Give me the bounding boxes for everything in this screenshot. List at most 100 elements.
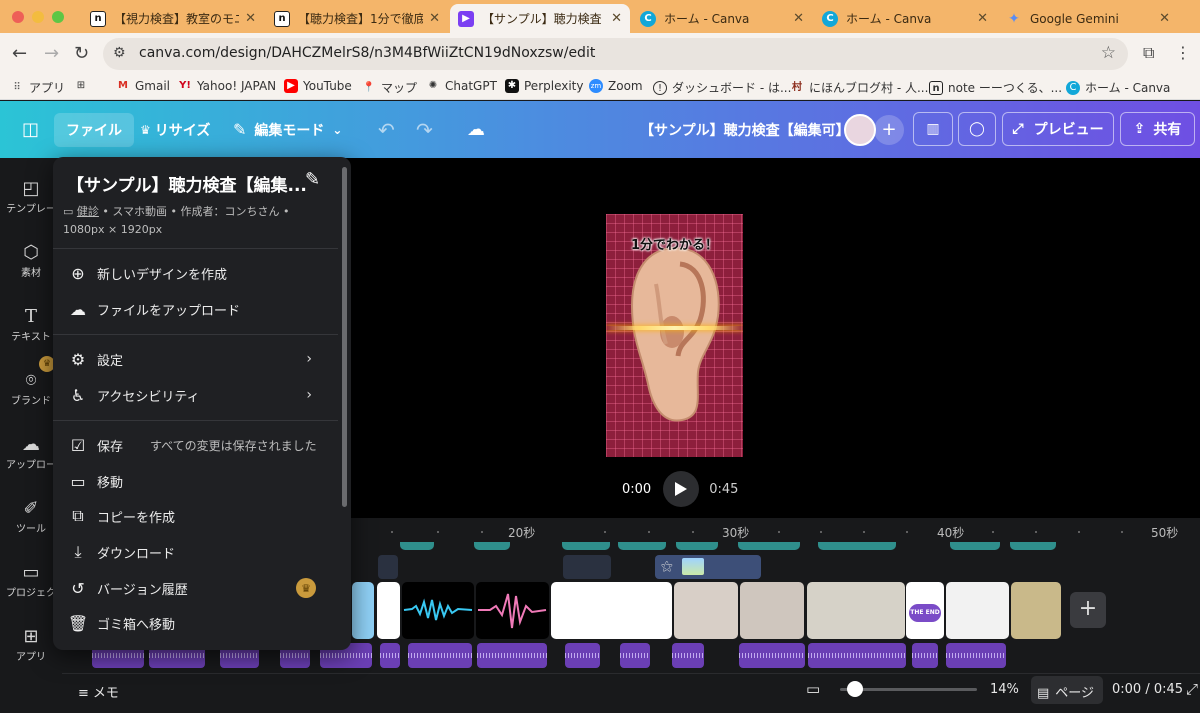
caption-segment[interactable] — [618, 542, 666, 550]
close-window-button[interactable] — [12, 11, 24, 23]
close-tab-icon[interactable]: ✕ — [977, 11, 988, 26]
video-clip-waveform[interactable] — [402, 582, 474, 639]
sidebar-toggle-icon[interactable]: ◫ — [22, 101, 39, 158]
url-field[interactable]: ⚙ canva.com/design/DAHCZMelrS8/n3M4BfWii… — [103, 38, 1128, 70]
minimize-window-button[interactable] — [32, 11, 44, 23]
audio-clip[interactable] — [380, 643, 400, 668]
menu-item-settings[interactable]: ⚙ 設定 › — [53, 341, 338, 377]
site-settings-icon[interactable]: ⚙ — [113, 45, 126, 61]
comment-icon[interactable]: ◯ — [958, 112, 996, 146]
video-clip[interactable] — [946, 582, 1009, 639]
extensions-icon[interactable]: ⧉ — [1143, 43, 1154, 63]
menu-item-move[interactable]: ▭ 移動 — [53, 463, 338, 499]
video-clip[interactable] — [740, 582, 804, 639]
overlay-clip[interactable]: ⚝ — [655, 555, 761, 579]
menu-item-accessibility[interactable]: ♿ アクセシビリティ › — [53, 377, 338, 413]
video-clip[interactable] — [551, 582, 672, 639]
fit-view-icon[interactable]: ▭ — [806, 680, 820, 698]
forward-icon[interactable]: → — [44, 43, 59, 64]
undo-icon[interactable]: ↶ — [378, 101, 395, 158]
rename-pencil-icon[interactable]: ✎ — [305, 169, 320, 190]
bookmark-canva-home[interactable]: C ホーム - Canva — [1066, 79, 1170, 96]
menu-item-copy[interactable]: ⧉ コピーを作成 — [53, 498, 338, 534]
caption-segment[interactable] — [474, 542, 510, 550]
bookmark-apps[interactable]: ⠿ アプリ — [10, 79, 65, 96]
add-clip-button[interactable]: + — [1070, 592, 1106, 628]
bookmark-youtube[interactable]: ▶ YouTube — [284, 79, 352, 93]
audio-clip[interactable] — [620, 643, 650, 668]
browser-tab[interactable]: n 【聴力検査】1分で徹底！ ✕ — [266, 4, 448, 33]
menu-icon[interactable]: ⋮ — [1175, 43, 1191, 62]
bookmark-zoom[interactable]: zm Zoom — [589, 79, 643, 93]
zoom-slider-knob[interactable] — [847, 681, 863, 697]
caption-segment[interactable] — [1010, 542, 1056, 550]
video-clip-waveform[interactable] — [476, 582, 549, 639]
browser-tab[interactable]: n 【視力検査】教室のモニタ ✕ — [82, 4, 264, 33]
back-icon[interactable]: ← — [12, 43, 27, 64]
menu-item-version-history[interactable]: ↺ バージョン履歴 ♛ — [53, 570, 338, 606]
menu-item-new-design[interactable]: ⊕ 新しいデザインを作成 — [53, 255, 338, 291]
menu-item-trash[interactable]: 🗑 ゴミ箱へ移動 — [53, 605, 338, 641]
preview-button[interactable]: ⤢ プレビュー — [1002, 112, 1114, 146]
close-tab-icon[interactable]: ✕ — [245, 11, 256, 26]
browser-tab[interactable]: ✦ Google Gemini ✕ — [998, 4, 1178, 33]
video-clip[interactable] — [1011, 582, 1061, 639]
bookmark-star-icon[interactable]: ☆ — [1101, 43, 1116, 63]
audio-clip[interactable] — [912, 643, 938, 668]
cloud-saved-icon[interactable]: ☁ — [467, 101, 485, 158]
bookmark-chatgpt[interactable]: ✺ ChatGPT — [426, 79, 497, 93]
bookmark-blogmura[interactable]: 村にほんブログ村 - 人... — [790, 79, 928, 96]
bookmark-gmail[interactable]: M Gmail — [116, 79, 170, 93]
audio-clip[interactable] — [477, 643, 547, 668]
reload-icon[interactable]: ↻ — [74, 43, 89, 64]
bookmark-yahoo[interactable]: Y! Yahoo! JAPAN — [178, 79, 276, 93]
notes-button[interactable]: ≡ メモ — [78, 682, 119, 701]
bookmark-grid[interactable]: ⊞ — [74, 79, 93, 93]
audio-clip[interactable] — [565, 643, 600, 668]
audio-clip[interactable] — [946, 643, 1006, 668]
audio-clip[interactable] — [672, 643, 704, 668]
edit-mode-button[interactable]: ✎ 編集モード ⌄ — [233, 101, 342, 158]
caption-segment[interactable] — [400, 542, 434, 550]
audio-clip[interactable] — [739, 643, 805, 668]
share-button[interactable]: ⇪ 共有 — [1120, 112, 1195, 146]
sticker-clip[interactable] — [378, 555, 398, 579]
close-tab-icon[interactable]: ✕ — [1159, 11, 1170, 26]
close-tab-icon[interactable]: ✕ — [429, 11, 440, 26]
avatar[interactable] — [844, 114, 876, 146]
document-title[interactable]: 【サンプル】聴力検査【編集可】 — [640, 101, 850, 158]
bookmark-note[interactable]: n note ーーつくる、... — [929, 79, 1062, 96]
close-tab-icon[interactable]: ✕ — [611, 11, 622, 26]
video-clip-end[interactable]: THE END — [906, 582, 944, 639]
audio-clip[interactable] — [808, 643, 906, 668]
video-clip[interactable] — [352, 582, 374, 639]
menu-item-upload[interactable]: ☁ ファイルをアップロード — [53, 291, 338, 327]
add-collaborator-button[interactable]: + — [874, 115, 904, 145]
fullscreen-icon[interactable]: ⤢ — [1186, 680, 1198, 698]
browser-tab[interactable]: C ホーム - Canva ✕ — [814, 4, 996, 33]
close-tab-icon[interactable]: ✕ — [793, 11, 804, 26]
file-menu-button[interactable]: ファイル — [54, 113, 134, 147]
bookmark-maps[interactable]: 📍 マップ — [362, 79, 417, 96]
caption-segment[interactable] — [738, 542, 800, 550]
bookmark-perplexity[interactable]: ✱ Perplexity — [505, 79, 584, 93]
caption-segment[interactable] — [818, 542, 896, 550]
menu-scrollbar[interactable] — [342, 167, 347, 507]
video-clip[interactable] — [674, 582, 738, 639]
menu-item-download[interactable]: ⤓ ダウンロード — [53, 534, 338, 570]
redo-icon[interactable]: ↷ — [416, 101, 433, 158]
caption-segment[interactable] — [950, 542, 1000, 550]
caption-segment[interactable] — [562, 542, 610, 550]
sticker-clip[interactable] — [563, 555, 611, 579]
bookmark-dashboard[interactable]: ! ダッシュボード - は... — [653, 79, 791, 96]
analytics-icon[interactable]: ▥ — [913, 112, 953, 146]
browser-tab-active[interactable]: ▶ 【サンプル】聴力検査【編 ✕ — [450, 4, 630, 33]
video-clip[interactable] — [377, 582, 400, 639]
browser-tab[interactable]: C ホーム - Canva ✕ — [632, 4, 812, 33]
pages-button[interactable]: ▤ ページ — [1031, 676, 1103, 704]
design-page-thumbnail[interactable]: 1分でわかる！ — [606, 214, 743, 457]
folder-link[interactable]: 健診 — [77, 205, 99, 218]
audio-clip[interactable] — [408, 643, 472, 668]
play-button[interactable] — [663, 471, 700, 507]
file-menu-title[interactable]: 【サンプル】聴力検査【編集... — [67, 171, 307, 196]
